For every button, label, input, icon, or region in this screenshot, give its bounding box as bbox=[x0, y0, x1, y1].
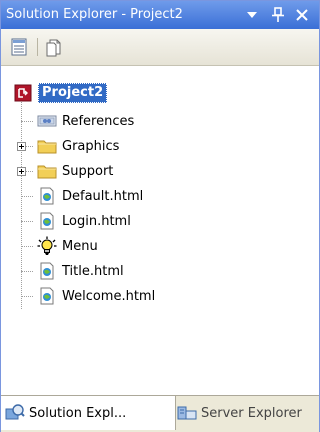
tree-item-graphics[interactable]: Graphics bbox=[37, 135, 119, 157]
chevron-down-icon bbox=[247, 12, 257, 18]
html-file-icon bbox=[37, 211, 57, 231]
title-bar[interactable]: Solution Explorer - Project2 bbox=[1, 1, 319, 29]
html-file-icon bbox=[37, 286, 57, 306]
tree-item-default-html[interactable]: Default.html bbox=[37, 185, 143, 207]
properties-icon bbox=[11, 38, 27, 56]
tree-item-title-html[interactable]: Title.html bbox=[37, 260, 124, 282]
server-explorer-icon bbox=[177, 403, 197, 423]
expand-toggle-graphics[interactable] bbox=[17, 142, 26, 151]
close-icon bbox=[296, 9, 308, 21]
window-title: Solution Explorer - Project2 bbox=[6, 7, 183, 22]
html-file-icon bbox=[37, 261, 57, 281]
tab-solution-explorer[interactable]: Solution Expl... bbox=[1, 396, 176, 430]
references-icon bbox=[37, 111, 57, 131]
properties-button[interactable] bbox=[9, 36, 31, 58]
tree-item-label: Login.html bbox=[62, 213, 131, 229]
tree-item-label: Welcome.html bbox=[62, 288, 156, 304]
auto-hide-pin[interactable] bbox=[269, 5, 287, 25]
tree-item-label: References bbox=[62, 113, 135, 129]
toolbar-separator bbox=[37, 38, 38, 56]
tree-connector bbox=[21, 296, 33, 297]
tree-connector-vertical bbox=[21, 100, 22, 309]
show-all-files-button[interactable] bbox=[43, 36, 65, 58]
tree-connector bbox=[21, 246, 33, 247]
tree-item-references[interactable]: References bbox=[37, 110, 134, 132]
project-label: Project2 bbox=[38, 83, 108, 103]
tree-connector bbox=[21, 196, 33, 197]
tree-item-label: Support bbox=[62, 163, 114, 179]
solution-tree: Project2 References Graphics Support Def… bbox=[1, 66, 319, 396]
html-file-icon bbox=[37, 186, 57, 206]
tree-connector bbox=[21, 271, 33, 272]
tab-server-explorer[interactable]: Server Explorer bbox=[173, 396, 320, 430]
pin-icon bbox=[272, 7, 284, 22]
tree-item-menu[interactable]: Menu bbox=[37, 235, 98, 257]
tree-item-label: Menu bbox=[62, 238, 98, 254]
window-position-dropdown[interactable] bbox=[243, 5, 261, 25]
lightbulb-icon bbox=[37, 236, 57, 256]
tree-item-label: Default.html bbox=[62, 188, 144, 204]
toolbar bbox=[1, 29, 319, 66]
tree-item-login-html[interactable]: Login.html bbox=[37, 210, 131, 232]
tab-label: Solution Expl... bbox=[29, 405, 127, 421]
folder-icon bbox=[37, 161, 57, 181]
tree-item-label: Title.html bbox=[62, 263, 124, 279]
show-all-files-icon bbox=[46, 39, 61, 57]
tree-connector bbox=[21, 121, 33, 122]
tree-connector bbox=[21, 221, 33, 222]
folder-icon bbox=[37, 136, 57, 156]
tree-item-label: Graphics bbox=[62, 138, 120, 154]
tree-item-welcome-html[interactable]: Welcome.html bbox=[37, 285, 155, 307]
tab-label: Server Explorer bbox=[201, 405, 302, 421]
expand-toggle-support[interactable] bbox=[17, 167, 26, 176]
tree-root-project[interactable]: Project2 bbox=[13, 82, 108, 104]
tree-item-support[interactable]: Support bbox=[37, 160, 113, 182]
solution-explorer-icon bbox=[5, 403, 25, 423]
tab-strip: Solution Expl... Server Explorer bbox=[1, 395, 319, 432]
solution-explorer-panel: Solution Explorer - Project2 Project2 Re… bbox=[0, 0, 320, 432]
close-button[interactable] bbox=[293, 5, 311, 25]
project-icon bbox=[13, 83, 33, 103]
